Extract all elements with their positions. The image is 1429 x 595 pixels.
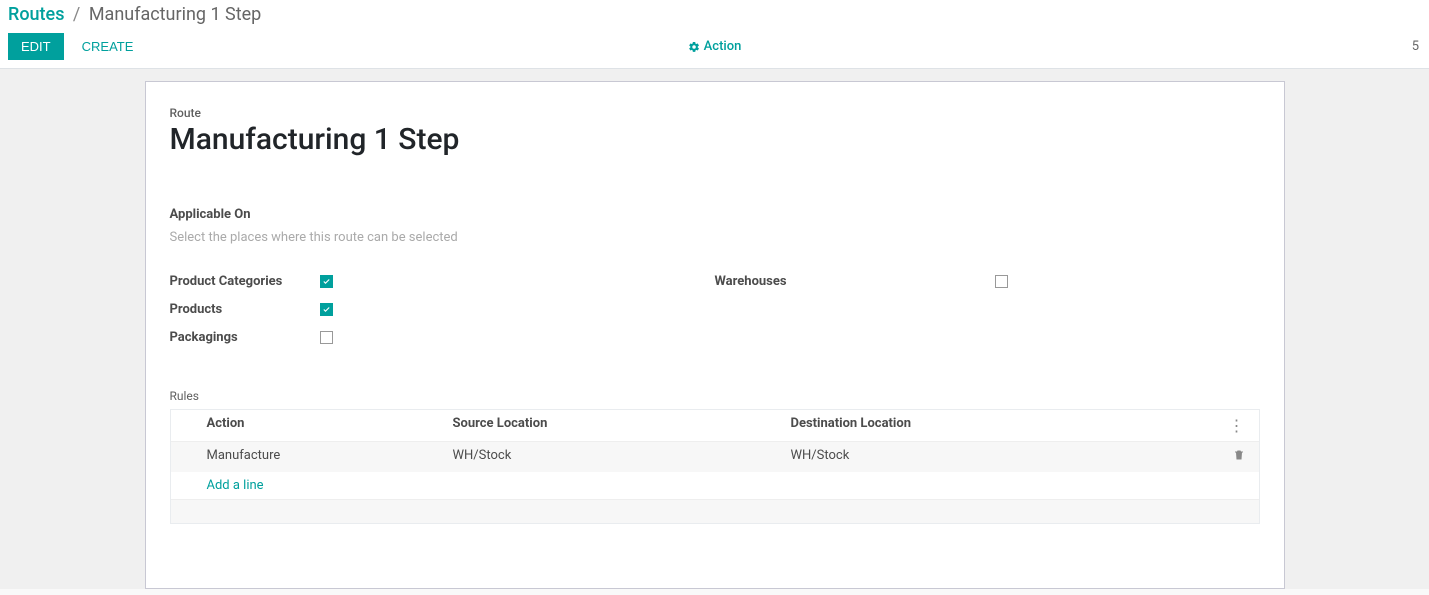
- route-field-label: Route: [170, 106, 1260, 120]
- rule-action: Manufacture: [207, 448, 453, 466]
- gear-icon: [688, 41, 700, 53]
- applicable-on-label: Applicable On: [170, 207, 1260, 222]
- form-sheet: Route Manufacturing 1 Step Applicable On…: [145, 81, 1285, 589]
- route-name: Manufacturing 1 Step: [170, 122, 1260, 157]
- breadcrumb-current: Manufacturing 1 Step: [89, 4, 261, 25]
- pager[interactable]: 5: [1412, 39, 1421, 54]
- label-packagings: Packagings: [170, 330, 320, 345]
- breadcrumb-root-link[interactable]: Routes: [8, 4, 64, 25]
- breadcrumb: Routes / Manufacturing 1 Step: [0, 0, 1429, 25]
- action-label: Action: [704, 39, 742, 54]
- form-background: Route Manufacturing 1 Step Applicable On…: [0, 69, 1429, 589]
- edit-button[interactable]: EDIT: [8, 33, 64, 60]
- breadcrumb-separator: /: [73, 4, 80, 25]
- trash-icon[interactable]: [1219, 448, 1259, 466]
- kebab-icon[interactable]: ⋮: [1219, 416, 1259, 435]
- checkbox-warehouses[interactable]: [995, 275, 1008, 288]
- action-menu[interactable]: Action: [688, 39, 742, 54]
- checkbox-products[interactable]: [320, 303, 333, 316]
- control-panel: EDIT CREATE Action 5: [0, 25, 1429, 69]
- applicable-on-desc: Select the places where this route can b…: [170, 230, 1260, 245]
- label-product-categories: Product Categories: [170, 274, 320, 289]
- rules-header-destination: Destination Location: [791, 416, 1219, 435]
- rules-table: Action Source Location Destination Locat…: [170, 409, 1260, 524]
- label-warehouses: Warehouses: [715, 274, 995, 289]
- checkbox-packagings[interactable]: [320, 331, 333, 344]
- rules-header-source: Source Location: [453, 416, 791, 435]
- rule-destination: WH/Stock: [791, 448, 1219, 466]
- rules-section-label: Rules: [170, 389, 1260, 403]
- rule-source: WH/Stock: [453, 448, 791, 466]
- label-products: Products: [170, 302, 320, 317]
- table-footer: [171, 499, 1259, 523]
- create-button[interactable]: CREATE: [78, 34, 138, 59]
- checkbox-product-categories[interactable]: [320, 275, 333, 288]
- rules-header-action: Action: [207, 416, 453, 435]
- table-row[interactable]: Manufacture WH/Stock WH/Stock: [171, 441, 1259, 472]
- add-line-link[interactable]: Add a line: [207, 478, 264, 493]
